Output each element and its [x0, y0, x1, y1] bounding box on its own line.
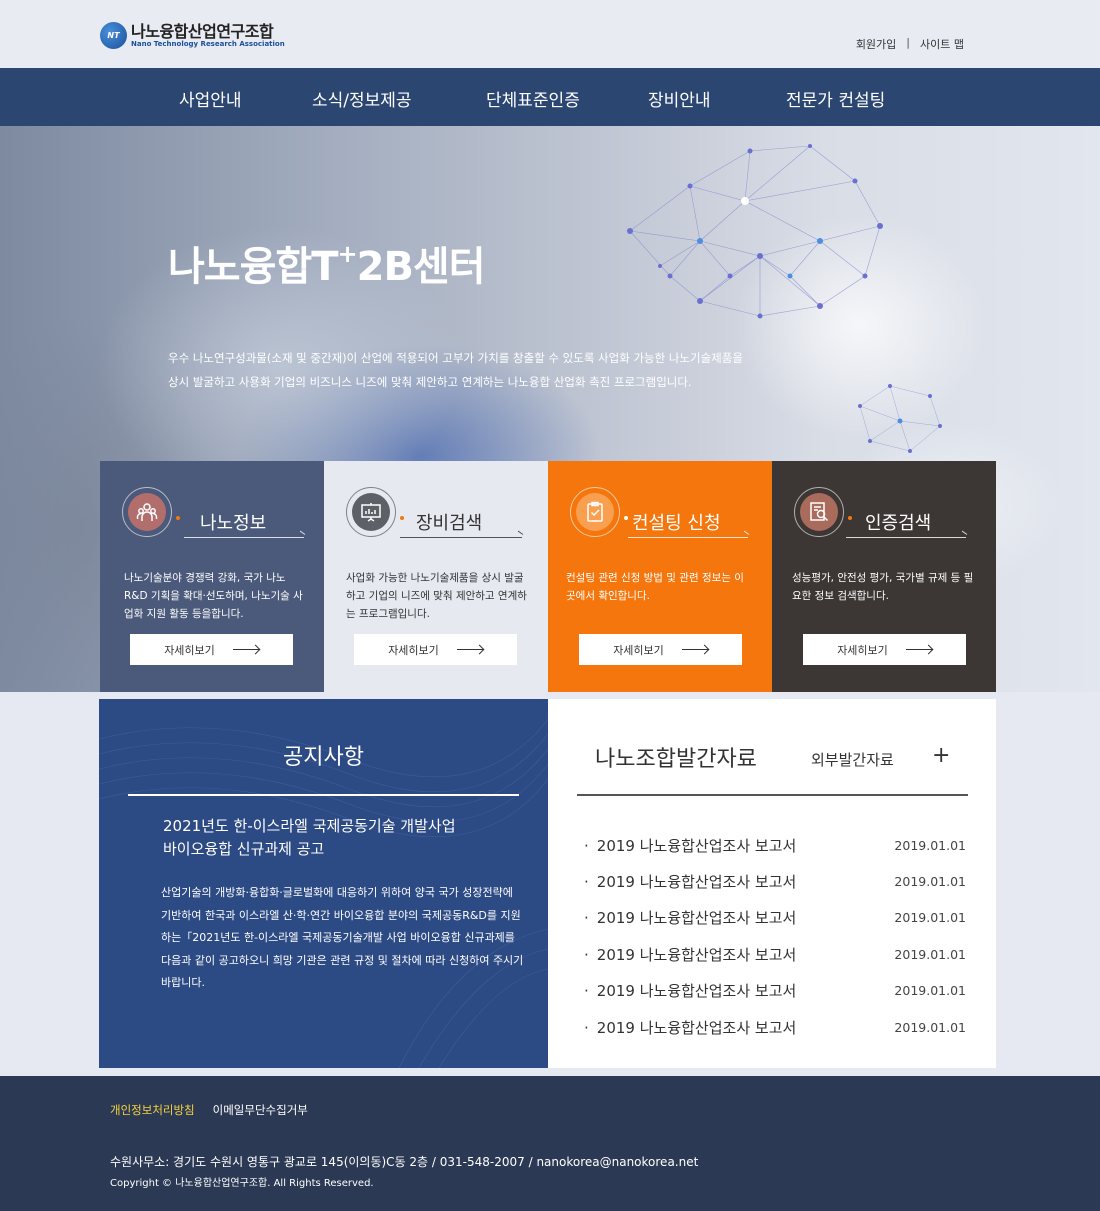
card-title: 컨설팅 신청: [632, 513, 721, 534]
tab-external-publications[interactable]: 외부발간자료: [811, 749, 894, 770]
tab-association-publications[interactable]: 나노조합발간자료: [595, 741, 757, 773]
main-navigation: 사업안내 소식/정보제공 단체표준인증 장비안내 전문가 컨설팅: [0, 68, 1100, 126]
list-item[interactable]: 2019 나노융합산업조사 보고서2019.01.01: [584, 1009, 966, 1045]
divider: [577, 794, 968, 796]
small-network-graphic: [858, 384, 942, 453]
arrow-right-icon: [232, 649, 259, 650]
nav-item-standard-cert[interactable]: 단체표준인증: [486, 86, 580, 111]
card-underline: [628, 537, 748, 538]
publication-list: 2019 나노융합산업조사 보고서2019.01.01 2019 나노융합산업조…: [584, 827, 966, 1045]
more-plus-icon[interactable]: +: [932, 743, 950, 768]
card-equipment-search[interactable]: 장비검색 사업화 가능한 나노기술제품을 상시 발굴하고 기업의 니즈에 맞춰 …: [324, 461, 548, 692]
card-description: 사업화 가능한 나노기술제품을 상시 발굴하고 기업의 니즈에 맞춰 제안하고 …: [346, 572, 527, 620]
more-button[interactable]: 자세히보기: [130, 634, 293, 665]
card-title: 인증검색: [865, 513, 932, 534]
more-button[interactable]: 자세히보기: [354, 634, 517, 665]
publications-section: 나노조합발간자료 외부발간자료 + 2019 나노융합산업조사 보고서2019.…: [548, 699, 996, 1068]
email-refusal-link[interactable]: 이메일무단수집거부: [213, 1102, 308, 1118]
card-icon-ring: [122, 487, 172, 537]
privacy-policy-link[interactable]: 개인정보처리방침: [110, 1102, 195, 1118]
arrow-right-icon: [681, 649, 708, 650]
quick-menu-cards: 나노정보 나노기술분야 경쟁력 강화, 국가 나노 R&D 기획을 확대·선도하…: [100, 461, 996, 692]
presentation-board-icon: [352, 493, 390, 531]
sitemap-link[interactable]: 사이트 맵: [920, 36, 964, 52]
notice-section: 공지사항 2021년도 한-이스라엘 국제공동기술 개발사업 바이오융합 신규과…: [99, 699, 548, 1068]
nav-item-equipment[interactable]: 장비안내: [648, 86, 711, 111]
document-search-icon: [800, 493, 838, 531]
list-item[interactable]: 2019 나노융합산업조사 보고서2019.01.01: [584, 900, 966, 936]
nav-item-consulting[interactable]: 전문가 컨설팅: [786, 86, 885, 111]
card-underline: [400, 537, 522, 538]
list-item[interactable]: 2019 나노융합산업조사 보고서2019.01.01: [584, 936, 966, 972]
card-underline: [184, 537, 304, 538]
card-description: 성능평가, 안전성 평가, 국가별 규제 등 필요한 정보 검색합니다.: [792, 572, 974, 602]
card-nano-info[interactable]: 나노정보 나노기술분야 경쟁력 강화, 국가 나노 R&D 기획을 확대·선도하…: [100, 461, 324, 692]
card-description: 컨설팅 관련 신청 방법 및 관련 정보는 이곳에서 확인합니다.: [566, 572, 744, 602]
card-icon-ring: [346, 487, 396, 537]
card-icon-ring: [794, 487, 844, 537]
arrow-right-icon: [456, 649, 483, 650]
people-icon: [128, 493, 166, 531]
list-item[interactable]: 2019 나노융합산업조사 보고서2019.01.01: [584, 973, 966, 1009]
card-title: 나노정보: [200, 513, 267, 534]
arrow-right-icon: [905, 649, 932, 650]
nav-item-news[interactable]: 소식/정보제공: [312, 86, 412, 111]
card-description: 나노기술분야 경쟁력 강화, 국가 나노 R&D 기획을 확대·선도하며, 나노…: [124, 572, 303, 620]
notice-title: 공지사항: [283, 745, 364, 770]
more-button[interactable]: 자세히보기: [803, 634, 966, 665]
card-title: 장비검색: [416, 513, 483, 534]
util-separator: |: [906, 36, 911, 49]
divider: [128, 794, 519, 796]
signup-link[interactable]: 회원가입: [856, 36, 896, 52]
top-header: NT 나노융합산업연구조합 Nano Technology Research A…: [0, 0, 1100, 68]
card-icon-ring: [570, 487, 620, 537]
hero-description: 우수 나노연구성과물(소재 및 중간재)이 산업에 적용되어 고부가 가치를 창…: [168, 351, 743, 389]
notice-headline[interactable]: 2021년도 한-이스라엘 국제공동기술 개발사업 바이오융합 신규과제 공고: [163, 815, 523, 861]
logo-title: 나노융합산업연구조합: [131, 21, 274, 41]
list-item[interactable]: 2019 나노융합산업조사 보고서2019.01.01: [584, 863, 966, 899]
notice-body: 산업기술의 개방화·융합화·글로벌화에 대응하기 위하여 양국 국가 성장전략에…: [161, 886, 524, 989]
footer-address: 수원사무소: 경기도 수원시 영통구 광교로 145(이의동)C동 2층 / 0…: [110, 1155, 699, 1169]
logo-subtitle: Nano Technology Research Association: [131, 39, 285, 48]
site-footer: 개인정보처리방침 이메일무단수집거부 수원사무소: 경기도 수원시 영통구 광교…: [0, 1076, 1100, 1211]
site-logo[interactable]: NT 나노융합산업연구조합 Nano Technology Research A…: [100, 22, 285, 49]
footer-links: 개인정보처리방침 이메일무단수집거부: [110, 1102, 308, 1118]
network-graphic: [627, 144, 883, 319]
list-item[interactable]: 2019 나노융합산업조사 보고서2019.01.01: [584, 827, 966, 863]
hero-title: 나노융합T+2B센터: [168, 240, 486, 290]
nt-logo-icon: NT: [100, 22, 127, 49]
utility-links: 회원가입 | 사이트 맵: [856, 36, 964, 52]
card-underline: [846, 537, 966, 538]
nav-item-business[interactable]: 사업안내: [179, 86, 242, 111]
footer-copyright: Copyright © 나노융합산업연구조합. All Rights Reser…: [110, 1178, 374, 1189]
clipboard-check-icon: [576, 493, 614, 531]
card-consulting-request[interactable]: 컨설팅 신청 컨설팅 관련 신청 방법 및 관련 정보는 이곳에서 확인합니다.…: [548, 461, 772, 692]
more-button[interactable]: 자세히보기: [579, 634, 742, 665]
card-certification-search[interactable]: 인증검색 성능평가, 안전성 평가, 국가별 규제 등 필요한 정보 검색합니다…: [772, 461, 996, 692]
